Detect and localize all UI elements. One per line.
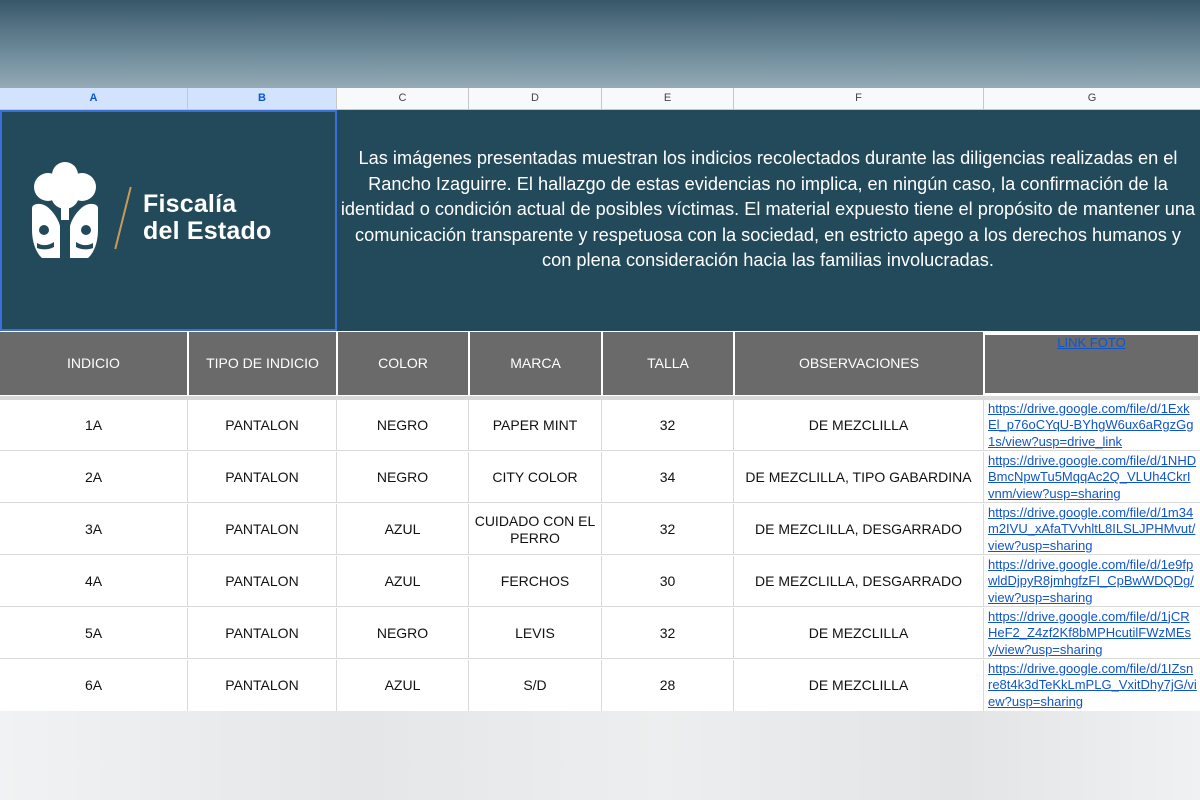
table-header-row: INDICIO TIPO DE INDICIO COLOR MARCA TALL… [0,331,1200,396]
header-talla[interactable]: TALLA [603,332,733,395]
cell-color[interactable]: AZUL [337,660,469,711]
column-header-bar: A B C D E F G [0,88,1200,110]
table-row: 1A PANTALON NEGRO PAPER MINT 32 DE MEZCL… [0,400,1200,451]
photo-link[interactable]: https://drive.google.com/file/d/1IZsnre8… [988,661,1197,711]
cell-observaciones[interactable]: DE MEZCLILLA, DESGARRADO [734,556,984,607]
cell-observaciones[interactable]: DE MEZCLILLA [734,608,984,659]
tree-logo-icon [32,162,98,258]
cell-marca[interactable]: S/D [469,660,602,711]
cell-observaciones[interactable]: DE MEZCLILLA, TIPO GABARDINA [734,452,984,503]
cell-indicio[interactable]: 6A [0,660,188,711]
spreadsheet: A B C D E F G Fiscalía del Estado Las im… [0,88,1200,711]
cell-color[interactable]: NEGRO [337,400,469,451]
photo-link[interactable]: https://drive.google.com/file/d/1e9fpwld… [988,557,1197,607]
logo-line-1: Fiscalía [143,190,237,218]
cell-color[interactable]: AZUL [337,556,469,607]
cell-indicio[interactable]: 2A [0,452,188,503]
photo-background-top [0,0,1200,88]
cell-talla[interactable]: 32 [602,504,734,555]
cell-observaciones[interactable]: DE MEZCLILLA [734,400,984,451]
cell-tipo[interactable]: PANTALON [188,400,337,451]
cell-indicio[interactable]: 4A [0,556,188,607]
cell-link[interactable]: https://drive.google.com/file/d/1IZsnre8… [984,660,1200,711]
banner: Fiscalía del Estado Las imágenes present… [0,110,1200,331]
cell-link[interactable]: https://drive.google.com/file/d/1m34m2IV… [984,504,1200,555]
cell-link[interactable]: https://drive.google.com/file/d/1e9fpwld… [984,556,1200,607]
cell-color[interactable]: NEGRO [337,608,469,659]
column-header-e[interactable]: E [602,88,734,109]
column-header-a[interactable]: A [0,88,188,109]
header-link-foto[interactable]: LINK FOTO [983,332,1200,395]
table-row: 6A PANTALON AZUL S/D 28 DE MEZCLILLA htt… [0,660,1200,711]
cell-tipo[interactable]: PANTALON [188,452,337,503]
header-tipo[interactable]: TIPO DE INDICIO [189,332,336,395]
cell-talla[interactable]: 28 [602,660,734,711]
photo-link[interactable]: https://drive.google.com/file/d/1jCRHeF2… [988,609,1197,659]
cell-marca[interactable]: FERCHOS [469,556,602,607]
cell-link[interactable]: https://drive.google.com/file/d/1jCRHeF2… [984,608,1200,659]
cell-tipo[interactable]: PANTALON [188,556,337,607]
column-header-f[interactable]: F [734,88,984,109]
header-indicio[interactable]: INDICIO [0,332,187,395]
column-header-b[interactable]: B [188,88,337,109]
column-header-c[interactable]: C [337,88,469,109]
logo-cell[interactable]: Fiscalía del Estado [0,110,337,331]
header-marca[interactable]: MARCA [470,332,601,395]
photo-link[interactable]: https://drive.google.com/file/d/1ExkEl_p… [988,401,1197,451]
cell-marca[interactable]: CUIDADO CON EL PERRO [469,504,602,555]
cell-color[interactable]: AZUL [337,504,469,555]
cell-talla[interactable]: 34 [602,452,734,503]
cell-indicio[interactable]: 1A [0,400,188,451]
cell-indicio[interactable]: 3A [0,504,188,555]
cell-marca[interactable]: LEVIS [469,608,602,659]
cell-color[interactable]: NEGRO [337,452,469,503]
cell-tipo[interactable]: PANTALON [188,504,337,555]
logo-line-2: del Estado [143,217,272,245]
cell-talla[interactable]: 32 [602,608,734,659]
cell-marca[interactable]: CITY COLOR [469,452,602,503]
table-row: 2A PANTALON NEGRO CITY COLOR 34 DE MEZCL… [0,452,1200,503]
disclaimer-text[interactable]: Las imágenes presentadas muestran los in… [339,146,1197,274]
photo-link[interactable]: https://drive.google.com/file/d/1NHDBmcN… [988,453,1197,503]
cell-observaciones[interactable]: DE MEZCLILLA, DESGARRADO [734,504,984,555]
header-observaciones[interactable]: OBSERVACIONES [735,332,983,395]
cell-talla[interactable]: 30 [602,556,734,607]
logo-divider [114,186,132,250]
cell-link[interactable]: https://drive.google.com/file/d/1NHDBmcN… [984,452,1200,503]
header-color[interactable]: COLOR [338,332,468,395]
cell-observaciones[interactable]: DE MEZCLILLA [734,660,984,711]
table-row: 3A PANTALON AZUL CUIDADO CON EL PERRO 32… [0,504,1200,555]
photo-background-bottom [0,711,1200,800]
cell-indicio[interactable]: 5A [0,608,188,659]
cell-talla[interactable]: 32 [602,400,734,451]
table-row: 4A PANTALON AZUL FERCHOS 30 DE MEZCLILLA… [0,556,1200,607]
cell-tipo[interactable]: PANTALON [188,608,337,659]
table-row: 5A PANTALON NEGRO LEVIS 32 DE MEZCLILLA … [0,608,1200,659]
column-header-d[interactable]: D [469,88,602,109]
logo-wordmark: Fiscalía del Estado [143,191,271,245]
photo-link[interactable]: https://drive.google.com/file/d/1m34m2IV… [988,505,1197,555]
cell-marca[interactable]: PAPER MINT [469,400,602,451]
cell-link[interactable]: https://drive.google.com/file/d/1ExkEl_p… [984,400,1200,451]
cell-tipo[interactable]: PANTALON [188,660,337,711]
column-header-g[interactable]: G [984,88,1200,109]
